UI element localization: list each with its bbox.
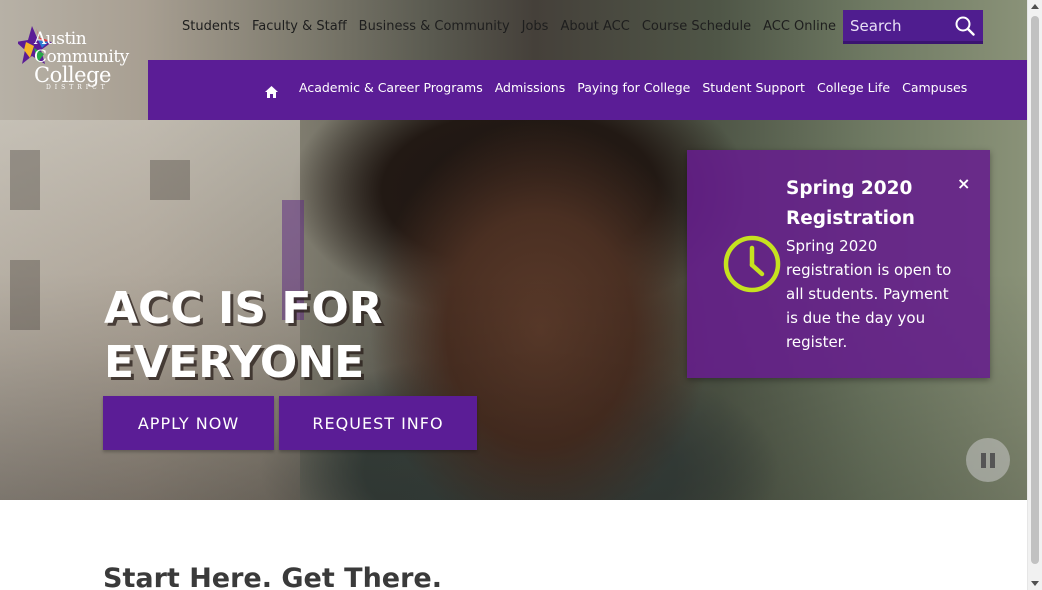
utility-nav: Students Faculty & Staff Business & Comm… xyxy=(182,19,848,34)
nav-admissions[interactable]: Admissions xyxy=(495,80,566,95)
main-nav-links: Academic & Career Programs Admissions Pa… xyxy=(299,80,979,95)
util-link-faculty-staff[interactable]: Faculty & Staff xyxy=(252,19,347,34)
registration-alert: Spring 2020 Registration Spring 2020 reg… xyxy=(687,150,990,378)
home-link[interactable] xyxy=(265,83,278,102)
util-link-acc-online[interactable]: ACC Online xyxy=(763,19,836,34)
main-nav: Academic & Career Programs Admissions Pa… xyxy=(148,60,1027,120)
hero-headline: ACC IS FOR EVERYONE xyxy=(104,282,434,390)
page: Austin Community College DISTRICT Studen… xyxy=(0,0,1042,590)
pause-icon xyxy=(990,452,995,468)
request-info-button[interactable]: REQUEST INFO xyxy=(279,396,477,450)
nav-college-life[interactable]: College Life xyxy=(817,80,890,95)
section-heading: Start Here. Get There. xyxy=(103,563,443,590)
search-button[interactable] xyxy=(951,12,979,40)
logo-line4: DISTRICT xyxy=(46,84,109,91)
utility-bar: Students Faculty & Staff Business & Comm… xyxy=(148,0,1027,60)
search-box xyxy=(843,10,983,44)
hero-headline-line2: EVERYONE xyxy=(104,337,365,388)
scrollbar-thumb[interactable] xyxy=(1031,16,1039,564)
util-link-about-acc[interactable]: About ACC xyxy=(560,19,629,34)
logo-line1: Austin xyxy=(34,29,87,49)
nav-student-support[interactable]: Student Support xyxy=(702,80,805,95)
util-link-business-community[interactable]: Business & Community xyxy=(359,19,510,34)
pause-icon xyxy=(981,452,986,468)
util-link-students[interactable]: Students xyxy=(182,19,240,34)
util-link-course-schedule[interactable]: Course Schedule xyxy=(642,19,751,34)
logo-area[interactable]: Austin Community College DISTRICT xyxy=(0,0,148,120)
util-link-jobs[interactable]: Jobs xyxy=(522,19,549,34)
logo-line3: College xyxy=(34,63,111,87)
close-icon[interactable]: × xyxy=(957,174,970,193)
hero-headline-line1: ACC IS FOR xyxy=(104,283,383,334)
apply-now-button[interactable]: APPLY NOW xyxy=(103,396,274,450)
search-icon xyxy=(955,16,975,36)
alert-title: Spring 2020 Registration xyxy=(786,178,915,229)
nav-academic-career-programs[interactable]: Academic & Career Programs xyxy=(299,80,483,95)
logo-wordmark: Austin Community College DISTRICT xyxy=(34,30,129,92)
nav-campuses[interactable]: Campuses xyxy=(902,80,967,95)
home-icon xyxy=(265,86,278,98)
pause-button[interactable] xyxy=(966,438,1010,482)
nav-paying-for-college[interactable]: Paying for College xyxy=(577,80,690,95)
search-input[interactable] xyxy=(843,16,951,35)
scroll-up-arrow[interactable] xyxy=(1031,4,1039,9)
alert-body: Spring 2020 registration is open to all … xyxy=(786,237,952,351)
page-scrollbar[interactable] xyxy=(1027,0,1042,590)
clock-icon xyxy=(723,235,781,293)
scroll-down-arrow[interactable] xyxy=(1031,581,1039,586)
